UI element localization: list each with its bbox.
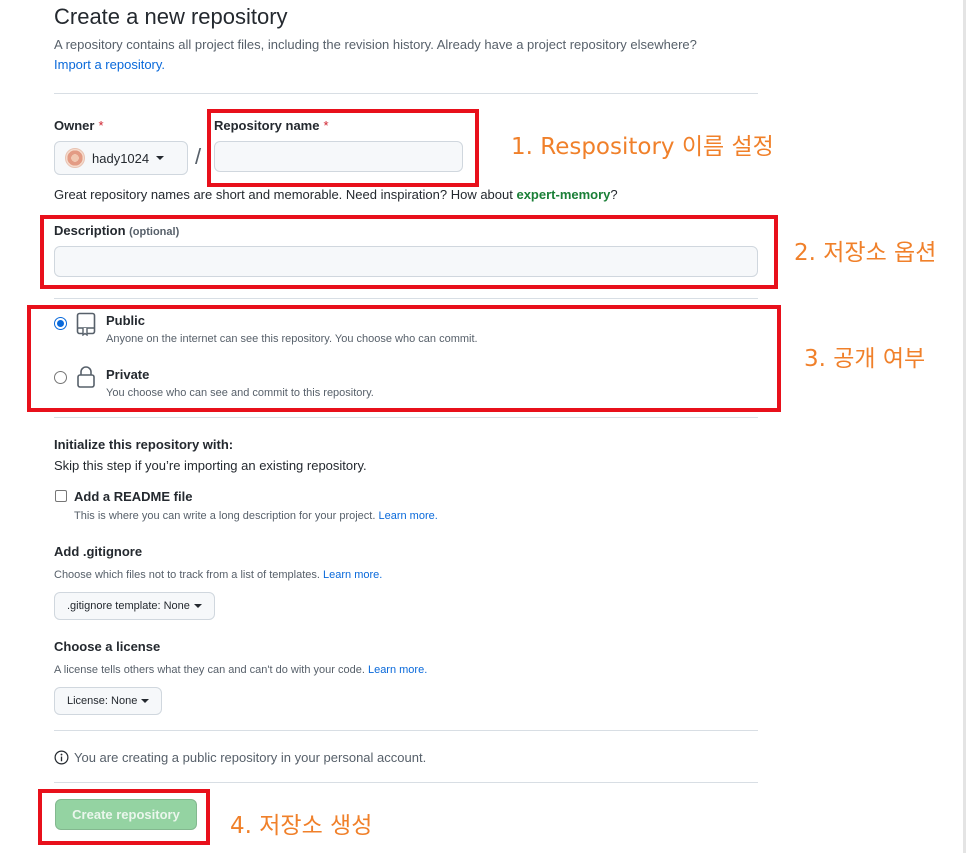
gitignore-description: Choose which files not to track from a l… xyxy=(54,569,383,581)
highlight-box-visibility xyxy=(27,305,781,412)
divider xyxy=(54,417,758,418)
owner-label: Owner * xyxy=(54,118,104,133)
initialize-subtitle: Skip this step if you’re importing an ex… xyxy=(54,458,367,473)
repository-name-hint: Great repository names are short and mem… xyxy=(54,187,618,202)
gitignore-learn-more-link[interactable]: Learn more. xyxy=(323,569,382,581)
import-repository-link[interactable]: Import a repository. xyxy=(54,57,165,72)
annotation-1: 1. Respository 이름 설정 xyxy=(511,134,774,160)
owner-repo-separator: / xyxy=(195,144,202,169)
divider xyxy=(54,730,758,731)
gitignore-template-select[interactable]: .gitignore template: None xyxy=(54,592,215,620)
owner-value: hady1024 xyxy=(92,150,150,166)
readme-label: Add a README file xyxy=(74,489,193,504)
initialize-title: Initialize this repository with: xyxy=(54,437,234,452)
annotation-3: 3. 공개 여부 xyxy=(804,346,926,372)
divider xyxy=(54,782,758,783)
caret-down-icon xyxy=(156,156,165,160)
license-learn-more-link[interactable]: Learn more. xyxy=(368,664,427,676)
highlight-box-description xyxy=(40,215,778,289)
annotation-4: 4. 저장소 생성 xyxy=(230,813,373,839)
readme-learn-more-link[interactable]: Learn more. xyxy=(378,510,437,522)
gitignore-title: Add .gitignore xyxy=(54,544,143,559)
divider xyxy=(54,298,758,299)
page-title: Create a new repository xyxy=(54,4,288,29)
caret-down-icon xyxy=(193,604,202,608)
license-description: A license tells others what they can and… xyxy=(54,664,428,676)
license-select[interactable]: License: None xyxy=(54,687,163,715)
divider xyxy=(54,93,758,94)
readme-description: This is where you can write a long descr… xyxy=(74,510,438,522)
page-subtitle: A repository contains all project files,… xyxy=(54,37,697,52)
readme-checkbox[interactable] xyxy=(55,490,67,502)
avatar xyxy=(65,148,85,168)
name-suggestion-link[interactable]: expert-memory xyxy=(516,187,610,202)
info-icon xyxy=(54,750,69,765)
annotation-2: 2. 저장소 옵션 xyxy=(794,240,937,266)
highlight-box-repository-name xyxy=(207,109,479,187)
caret-down-icon xyxy=(141,699,150,703)
public-repository-notice: You are creating a public repository in … xyxy=(74,750,427,765)
license-title: Choose a license xyxy=(54,639,161,654)
highlight-box-create-button xyxy=(38,789,210,845)
owner-select[interactable]: hady1024 xyxy=(54,141,188,175)
